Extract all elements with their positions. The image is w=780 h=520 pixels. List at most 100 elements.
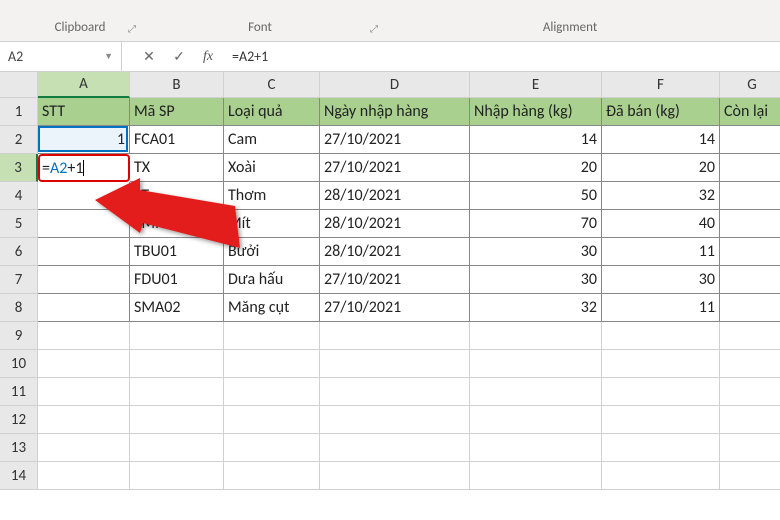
cell-E5[interactable]: 70 [470,210,602,238]
cell-D6[interactable]: 28/10/2021 [320,238,470,266]
cell-D8[interactable]: 27/10/2021 [320,294,470,322]
chevron-down-icon[interactable]: ▼ [104,51,113,62]
cell-C14[interactable] [224,462,320,490]
row-header-9[interactable]: 9 [0,322,38,350]
row-header-11[interactable]: 11 [0,378,38,406]
cell-A7[interactable] [38,266,130,294]
cell-E6[interactable]: 30 [470,238,602,266]
cell-E7[interactable]: 30 [470,266,602,294]
cell-G8[interactable] [720,294,780,322]
cell-C11[interactable] [224,378,320,406]
row-header-5[interactable]: 5 [0,210,38,238]
cell-F10[interactable] [602,350,720,378]
column-header-D[interactable]: D [320,72,470,98]
cell-A9[interactable] [38,322,130,350]
column-header-A[interactable]: A [38,72,130,98]
cell-B11[interactable] [130,378,224,406]
cell-D4[interactable]: 28/10/2021 [320,182,470,210]
cell-G5[interactable] [720,210,780,238]
cancel-button[interactable]: ✕ [134,43,164,71]
cell-B6[interactable]: TBU01 [130,238,224,266]
cell-E10[interactable] [470,350,602,378]
cell-D12[interactable] [320,406,470,434]
row-header-6[interactable]: 6 [0,238,38,266]
cell-D3[interactable]: 27/10/2021 [320,154,470,182]
row-header-13[interactable]: 13 [0,434,38,462]
cell-A5[interactable] [38,210,130,238]
cell-A1[interactable]: STT [38,98,130,126]
cell-F6[interactable]: 11 [602,238,720,266]
cell-C2[interactable]: Cam [224,126,320,154]
cell-D2[interactable]: 27/10/2021 [320,126,470,154]
cell-A8[interactable] [38,294,130,322]
cell-A14[interactable] [38,462,130,490]
expand-icon[interactable]: ⤢ [370,22,378,35]
row-header-14[interactable]: 14 [0,462,38,490]
cell-D7[interactable]: 27/10/2021 [320,266,470,294]
cell-F8[interactable]: 11 [602,294,720,322]
column-header-G[interactable]: G [720,72,780,98]
cell-A3[interactable]: =A2+1 [38,154,130,182]
cell-C4[interactable]: Thơm [224,182,320,210]
cell-D9[interactable] [320,322,470,350]
enter-button[interactable]: ✓ [164,43,194,71]
cell-F4[interactable]: 32 [602,182,720,210]
cell-B1[interactable]: Mã SP [130,98,224,126]
cell-B9[interactable] [130,322,224,350]
cell-F7[interactable]: 30 [602,266,720,294]
cell-F9[interactable] [602,322,720,350]
cell-A12[interactable] [38,406,130,434]
column-header-F[interactable]: F [602,72,720,98]
cell-D10[interactable] [320,350,470,378]
cell-C5[interactable]: Mít [224,210,320,238]
column-header-E[interactable]: E [470,72,602,98]
cell-G4[interactable] [720,182,780,210]
name-box[interactable]: A2 ▼ [0,42,122,71]
cell-D13[interactable] [320,434,470,462]
row-header-8[interactable]: 8 [0,294,38,322]
row-header-10[interactable]: 10 [0,350,38,378]
cell-E13[interactable] [470,434,602,462]
cell-E1[interactable]: Nhập hàng (kg) [470,98,602,126]
cell-E3[interactable]: 20 [470,154,602,182]
cell-A6[interactable] [38,238,130,266]
row-header-3[interactable]: 3 [0,154,38,182]
cell-D11[interactable] [320,378,470,406]
cell-G9[interactable] [720,322,780,350]
cell-F2[interactable]: 14 [602,126,720,154]
cell-C3[interactable]: Xoài [224,154,320,182]
row-header-1[interactable]: 1 [0,98,38,126]
cell-F11[interactable] [602,378,720,406]
cell-F5[interactable]: 40 [602,210,720,238]
spreadsheet-grid[interactable]: ABCDEFG 1STTMã SPLoại quảNgày nhập hàngN… [0,72,780,490]
cell-G10[interactable] [720,350,780,378]
cell-E8[interactable]: 32 [470,294,602,322]
cell-B10[interactable] [130,350,224,378]
column-header-C[interactable]: C [224,72,320,98]
cell-C7[interactable]: Dưa hấu [224,266,320,294]
cell-G12[interactable] [720,406,780,434]
cell-C1[interactable]: Loại quả [224,98,320,126]
cell-G13[interactable] [720,434,780,462]
cell-F14[interactable] [602,462,720,490]
cell-C8[interactable]: Măng cụt [224,294,320,322]
cell-F12[interactable] [602,406,720,434]
cell-C10[interactable] [224,350,320,378]
cell-C13[interactable] [224,434,320,462]
formula-input[interactable] [224,42,780,71]
expand-icon[interactable]: ⤢ [128,22,136,35]
cell-B12[interactable] [130,406,224,434]
cell-B5[interactable]: SMI01 [130,210,224,238]
cell-A10[interactable] [38,350,130,378]
cell-E9[interactable] [470,322,602,350]
cell-G1[interactable]: Còn lại [720,98,780,126]
cell-D14[interactable] [320,462,470,490]
cell-D1[interactable]: Ngày nhập hàng [320,98,470,126]
cell-B3[interactable]: TX [130,154,224,182]
cell-A2[interactable]: 1 [38,126,130,154]
row-header-4[interactable]: 4 [0,182,38,210]
cell-G14[interactable] [720,462,780,490]
cell-G11[interactable] [720,378,780,406]
cell-C12[interactable] [224,406,320,434]
cell-E4[interactable]: 50 [470,182,602,210]
